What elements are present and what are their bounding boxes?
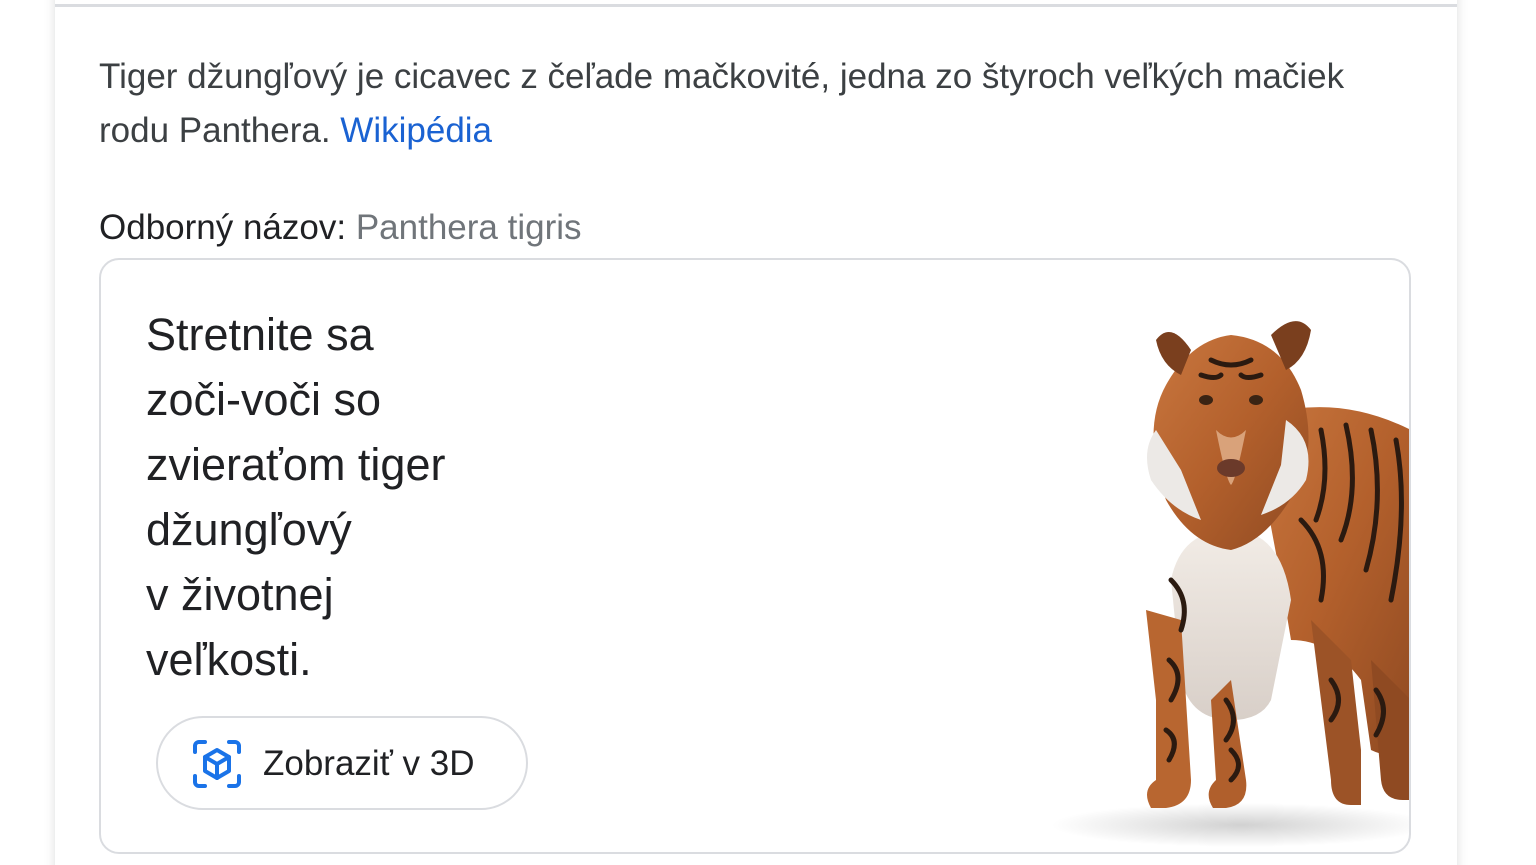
wikipedia-link[interactable]: Wikipédia [340, 111, 492, 150]
ar-card-headline: Stretnite sa zoči-voči so zvieraťom tige… [146, 309, 446, 685]
scientific-name-value: Panthera tigris [355, 208, 582, 247]
view-in-3d-icon [191, 738, 243, 790]
description-text: Tiger džungľový je cicavec z čeľade mačk… [99, 57, 1345, 150]
view-in-3d-button[interactable]: Zobraziť v 3D [156, 716, 528, 810]
tiger-3d-image[interactable] [1031, 280, 1409, 852]
scientific-name-label: Odborný názov: [99, 208, 347, 247]
divider [55, 4, 1457, 7]
ar-view-card: Stretnite sa zoči-voči so zvieraťom tige… [99, 258, 1411, 854]
entity-description: Tiger džungľový je cicavec z čeľade mačk… [99, 50, 1399, 158]
scientific-name-row: Odborný názov: Panthera tigris [99, 205, 582, 251]
view-in-3d-label: Zobraziť v 3D [263, 744, 475, 783]
search-result-page: Tiger džungľový je cicavec z čeľade mačk… [0, 0, 1536, 865]
